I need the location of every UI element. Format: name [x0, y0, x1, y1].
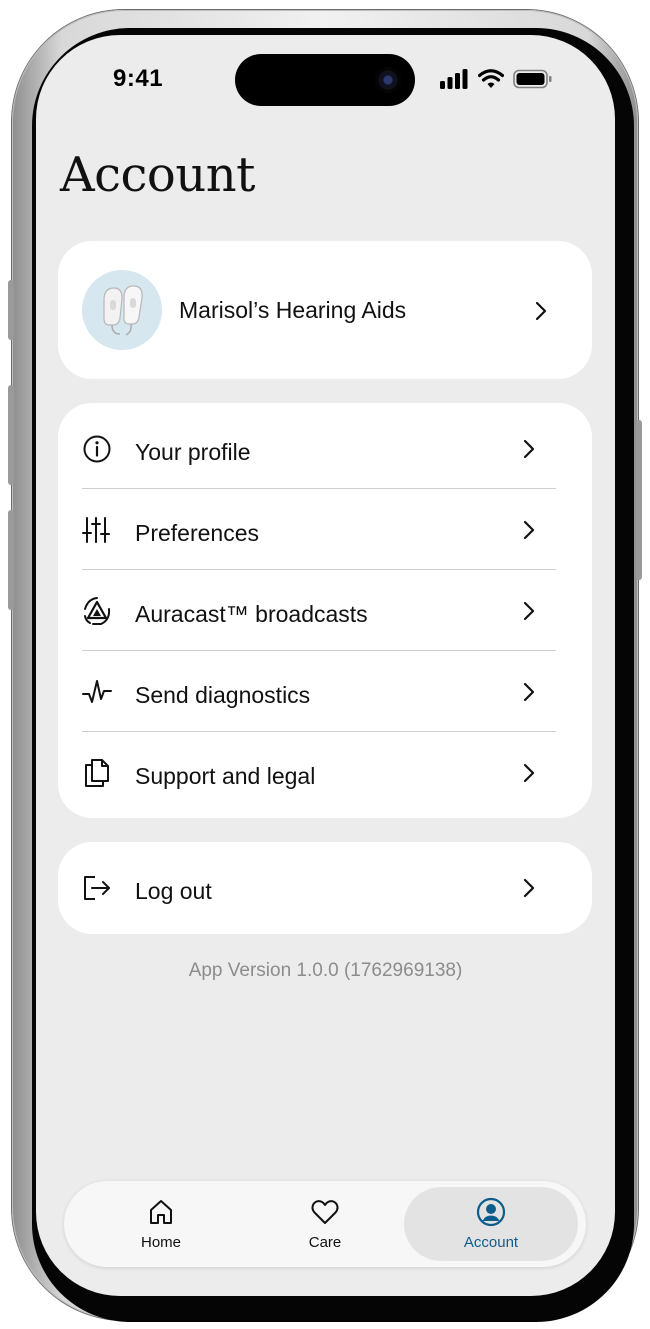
app-version: App Version 1.0.0 (1762969138) — [188, 960, 463, 981]
battery-icon — [513, 69, 552, 89]
heart-icon — [311, 1200, 339, 1224]
tab-account[interactable]: Account — [404, 1187, 578, 1261]
chevron-right-icon — [523, 439, 535, 459]
volume-up-button — [8, 385, 14, 485]
chevron-right-icon — [523, 601, 535, 621]
page-title: Account — [60, 147, 255, 203]
tab-care[interactable]: Care — [238, 1187, 412, 1261]
chevron-right-icon — [523, 520, 535, 540]
logout-card: Log out — [58, 842, 592, 934]
wifi-icon — [478, 69, 504, 88]
volume-down-button — [8, 510, 14, 610]
menu-item-preferences[interactable]: Preferences — [82, 489, 556, 569]
tab-home[interactable]: Home — [74, 1187, 248, 1261]
pulse-icon — [82, 680, 112, 703]
sliders-icon — [82, 517, 110, 543]
dynamic-island — [235, 54, 415, 106]
menu-item-support-and-legal[interactable]: Support and legal — [82, 732, 556, 812]
logout-button[interactable]: Log out — [82, 847, 556, 927]
device-name: Marisol’s Hearing Aids — [179, 297, 407, 323]
menu-item-label: Preferences — [135, 520, 260, 546]
account-icon — [476, 1197, 506, 1227]
power-button — [636, 420, 642, 580]
menu-item-send-diagnostics[interactable]: Send diagnostics — [82, 651, 556, 731]
home-icon — [150, 1200, 172, 1224]
tab-label: Home — [140, 1234, 181, 1251]
menu-item-your-profile[interactable]: Your profile — [82, 408, 556, 488]
menu-item-auracast-broadcasts[interactable]: Auracast™ broadcasts — [82, 570, 556, 650]
tab-label: Care — [308, 1234, 342, 1251]
front-camera — [375, 67, 401, 93]
menu-item-label: Send diagnostics — [135, 682, 311, 708]
device-card[interactable]: Marisol’s Hearing Aids — [58, 241, 592, 379]
menu-item-label: Auracast™ broadcasts — [135, 601, 368, 627]
menu-item-label: Your profile — [135, 439, 251, 465]
hearing-aids-image — [82, 270, 162, 350]
tab-label: Account — [463, 1234, 519, 1251]
logout-label: Log out — [135, 878, 212, 904]
chevron-right-icon — [535, 301, 547, 321]
screen: 9:41 Account Marisol’s Hearing Aids Your… — [36, 35, 615, 1296]
menu-item-label: Support and legal — [135, 763, 316, 789]
info-icon — [83, 435, 111, 463]
tab-bar: Home Care Account — [64, 1181, 586, 1267]
auracast-icon — [84, 597, 111, 625]
documents-icon — [85, 759, 109, 787]
status-time: 9:41 — [113, 65, 164, 92]
settings-menu: Your profile Preferences Auracast™ broad… — [58, 403, 592, 818]
chevron-right-icon — [523, 682, 535, 702]
signal-icon — [440, 69, 468, 89]
chevron-right-icon — [523, 878, 535, 898]
logout-icon — [84, 876, 110, 900]
side-button — [8, 280, 14, 340]
chevron-right-icon — [523, 763, 535, 783]
